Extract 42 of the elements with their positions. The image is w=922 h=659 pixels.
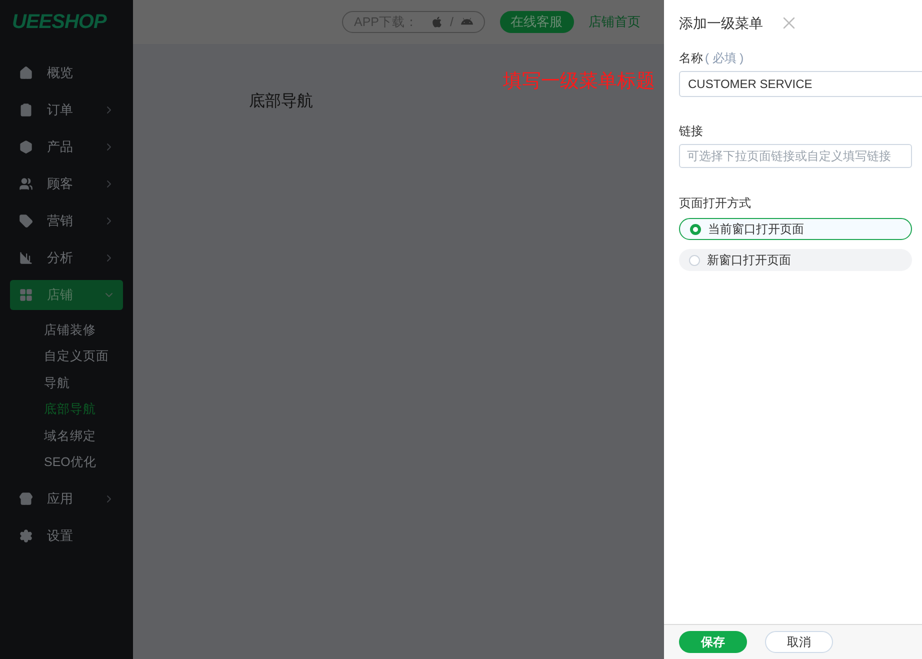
field-label: 链接 bbox=[679, 123, 704, 140]
online-service-button[interactable]: 在线客服 bbox=[500, 11, 574, 33]
sidebar-item[interactable]: 订单 bbox=[10, 94, 123, 124]
sidebar-item[interactable]: 分析 bbox=[10, 242, 123, 272]
separator: / bbox=[450, 14, 454, 31]
save-button[interactable]: 保存 bbox=[679, 631, 747, 653]
page-title: 底部导航 bbox=[249, 92, 313, 112]
drawer-title: 添加一级菜单 bbox=[679, 14, 763, 32]
radio-option[interactable]: 新窗口打开页面 bbox=[679, 249, 912, 271]
field-label: 页面打开方式 bbox=[679, 195, 752, 212]
grid-icon bbox=[19, 288, 33, 302]
submenu-item[interactable]: 店铺装修 bbox=[44, 317, 133, 344]
sidebar-item[interactable]: 产品 bbox=[10, 132, 123, 162]
submenu-item[interactable]: 导航 bbox=[44, 370, 133, 396]
submenu-item[interactable]: 域名绑定 bbox=[44, 423, 133, 450]
settings-icon bbox=[19, 528, 33, 542]
annotation: 填写一级菜单标题 bbox=[503, 70, 655, 94]
submenu-item[interactable]: 自定义页面 bbox=[44, 344, 133, 370]
people-icon bbox=[19, 176, 33, 190]
box-icon bbox=[19, 140, 33, 154]
store-icon bbox=[19, 492, 33, 506]
radio-icon bbox=[689, 254, 700, 266]
cancel-button[interactable]: 取消 bbox=[765, 631, 833, 653]
logo: UEESHOP bbox=[12, 10, 106, 35]
sidebar-item[interactable]: 应用 bbox=[10, 484, 123, 514]
tag-icon bbox=[19, 214, 33, 228]
submenu-item[interactable]: 底部导航 bbox=[44, 396, 133, 423]
sidebar-item[interactable]: 设置 bbox=[10, 520, 123, 550]
clipboard-icon bbox=[19, 102, 33, 116]
home-icon bbox=[19, 66, 33, 80]
radio-option[interactable]: 当前窗口打开页面 bbox=[679, 218, 912, 240]
sidebar-item[interactable]: 店铺 bbox=[10, 280, 123, 310]
sidebar-item[interactable]: 顾客 bbox=[10, 168, 123, 198]
sidebar-item[interactable]: 概览 bbox=[10, 58, 123, 88]
submenu-item[interactable]: SEO优化 bbox=[44, 450, 133, 476]
apple-icon[interactable] bbox=[431, 16, 444, 28]
required-note: ( 必填 ) bbox=[705, 50, 744, 67]
name-field[interactable]: CUSTOMER SERVICE bbox=[679, 71, 922, 97]
field-label: 名称 bbox=[679, 50, 703, 67]
radio-icon bbox=[690, 224, 701, 234]
link-field[interactable]: 可选择下拉页面链接或自定义填写链接 bbox=[679, 144, 912, 168]
sidebar-item[interactable]: 营销 bbox=[10, 206, 123, 236]
